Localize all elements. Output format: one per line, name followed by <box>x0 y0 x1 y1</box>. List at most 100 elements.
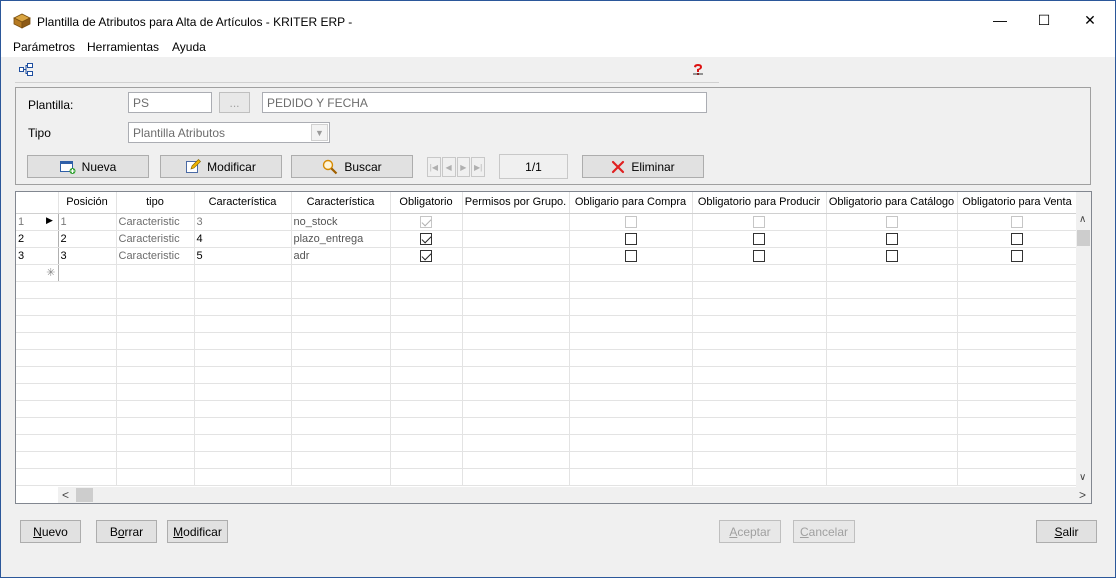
compra-checkbox[interactable] <box>624 215 637 228</box>
menu-parametros[interactable]: Parámetros <box>13 40 75 54</box>
venta-checkbox[interactable] <box>1011 249 1023 262</box>
maximize-button[interactable]: ☐ <box>1021 1 1067 39</box>
nuevo-button[interactable]: Nuevo <box>20 520 81 543</box>
cell-caracteristica-name[interactable]: no_stock <box>291 213 391 231</box>
attributes-grid[interactable]: Posición tipo Característica Característ… <box>15 191 1092 504</box>
empty-row <box>16 298 1078 316</box>
chevron-down-icon[interactable]: ▼ <box>311 124 328 141</box>
vertical-scrollbar[interactable]: ∧ ∨ <box>1076 192 1091 488</box>
edit-icon <box>186 159 202 173</box>
scroll-right-icon[interactable]: > <box>1079 488 1086 502</box>
row-header[interactable]: 1 ▶ <box>16 213 59 231</box>
next-record-icon[interactable]: ▶ <box>456 157 471 177</box>
menu-herramientas[interactable]: Herramientas <box>87 40 159 54</box>
empty-row <box>16 349 1078 367</box>
column-header-tipo[interactable]: tipo <box>116 192 195 214</box>
column-header-caracteristica-id[interactable]: Característica <box>194 192 292 214</box>
producir-checkbox[interactable] <box>753 249 765 262</box>
last-record-icon[interactable]: ▶| <box>471 157 485 177</box>
column-header-producir[interactable]: Obligatorio para Producir <box>692 192 827 214</box>
venta-checkbox[interactable] <box>1011 215 1023 228</box>
modificar-bottom-button[interactable]: Modificar <box>167 520 228 543</box>
cell-catalogo <box>826 230 958 248</box>
cell-venta <box>957 247 1078 265</box>
column-header-caracteristica-name[interactable]: Característica <box>291 192 391 214</box>
cell-posicion[interactable]: 1 <box>58 213 117 231</box>
compra-checkbox[interactable] <box>624 249 637 262</box>
cell-producir <box>692 230 827 248</box>
menu-ayuda[interactable]: Ayuda <box>172 40 206 54</box>
column-header-permisos[interactable]: Permisos por Grupo. <box>462 192 570 214</box>
cell-tipo[interactable]: Caracteristic <box>116 213 195 231</box>
catalogo-checkbox[interactable] <box>885 215 898 228</box>
row-header[interactable]: 2 <box>16 230 59 248</box>
cell-caracteristica-id[interactable]: 3 <box>194 213 292 231</box>
modificar-button[interactable]: Modificar <box>160 155 282 178</box>
plantilla-code-input[interactable]: PS <box>128 92 212 113</box>
empty-row <box>16 400 1078 418</box>
title-bar: Plantilla de Atributos para Alta de Artí… <box>1 1 1115 39</box>
column-header-obligatorio[interactable]: Obligatorio <box>390 192 463 214</box>
cancelar-button[interactable]: Cancelar <box>793 520 855 543</box>
cell-tipo[interactable]: Caracteristic <box>116 230 195 248</box>
cell-posicion[interactable]: 3 <box>58 247 117 265</box>
plantilla-description-input[interactable]: PEDIDO Y FECHA <box>262 92 707 113</box>
cell-caracteristica-name[interactable]: adr <box>291 247 391 265</box>
close-button[interactable]: ✕ <box>1067 1 1113 39</box>
cell-permisos[interactable] <box>462 230 570 248</box>
column-header-catalogo[interactable]: Obligatorio para Catálogo <box>826 192 958 214</box>
empty-row <box>16 315 1078 333</box>
plantilla-browse-button[interactable]: ... <box>219 92 250 113</box>
table-row[interactable]: 3 3 Caracteristic 5 adr <box>16 247 1078 265</box>
catalogo-checkbox[interactable] <box>885 249 898 262</box>
table-row[interactable]: 1 ▶ 1 Caracteristic 3 no_stock <box>16 213 1078 231</box>
nueva-label: Nueva <box>81 159 117 174</box>
cell-catalogo <box>826 213 958 231</box>
menu-bar: Parámetros Herramientas Ayuda <box>1 39 1115 57</box>
column-header-venta[interactable]: Obligatorio para Venta <box>957 192 1078 214</box>
cell-permisos[interactable] <box>462 213 570 231</box>
obligatorio-checkbox[interactable] <box>420 215 432 228</box>
producir-checkbox[interactable] <box>753 232 765 245</box>
column-header-posicion[interactable]: Posición <box>58 192 117 214</box>
salir-button[interactable]: Salir <box>1036 520 1097 543</box>
minimize-button[interactable]: — <box>977 1 1023 39</box>
vertical-scroll-thumb[interactable] <box>1077 230 1090 246</box>
scroll-up-icon[interactable]: ∧ <box>1079 214 1086 225</box>
producir-checkbox[interactable] <box>753 215 765 228</box>
eliminar-button[interactable]: Eliminar <box>582 155 704 178</box>
scroll-down-icon[interactable]: ∨ <box>1079 472 1086 483</box>
borrar-button[interactable]: Borrar <box>96 520 157 543</box>
scroll-left-icon[interactable]: < <box>62 488 69 502</box>
new-record-row[interactable]: ✳ <box>16 264 1078 282</box>
first-record-icon[interactable]: |◀ <box>427 157 441 177</box>
table-row[interactable]: 2 2 Caracteristic 4 plazo_entrega <box>16 230 1078 248</box>
horizontal-scrollbar[interactable]: < > <box>58 487 1091 503</box>
cell-permisos[interactable] <box>462 247 570 265</box>
catalogo-checkbox[interactable] <box>885 232 898 245</box>
tipo-select[interactable]: Plantilla Atributos ▼ <box>128 122 330 143</box>
previous-record-icon[interactable]: ◀ <box>441 157 456 177</box>
help-icon[interactable] <box>691 63 705 77</box>
nueva-button[interactable]: Nueva <box>27 155 149 178</box>
obligatorio-checkbox[interactable] <box>420 232 432 245</box>
row-header[interactable]: 3 <box>16 247 59 265</box>
obligatorio-checkbox[interactable] <box>420 249 432 262</box>
compra-checkbox[interactable] <box>624 232 637 245</box>
cell-posicion[interactable]: 2 <box>58 230 117 248</box>
cell-caracteristica-id[interactable]: 4 <box>194 230 292 248</box>
horizontal-scroll-thumb[interactable] <box>76 488 93 502</box>
cell-tipo[interactable]: Caracteristic <box>116 247 195 265</box>
empty-row <box>16 468 1078 486</box>
cell-caracteristica-id[interactable]: 5 <box>194 247 292 265</box>
modificar-label: Modificar <box>207 159 256 174</box>
empty-row <box>16 383 1078 401</box>
buscar-button[interactable]: Buscar <box>291 155 413 178</box>
cell-caracteristica-name[interactable]: plazo_entrega <box>291 230 391 248</box>
cell-compra <box>569 247 693 265</box>
tree-structure-icon[interactable] <box>19 63 33 77</box>
cell-producir <box>692 247 827 265</box>
column-header-compra[interactable]: Obligario para Compra <box>569 192 693 214</box>
aceptar-button[interactable]: Aceptar <box>719 520 781 543</box>
venta-checkbox[interactable] <box>1011 232 1023 245</box>
